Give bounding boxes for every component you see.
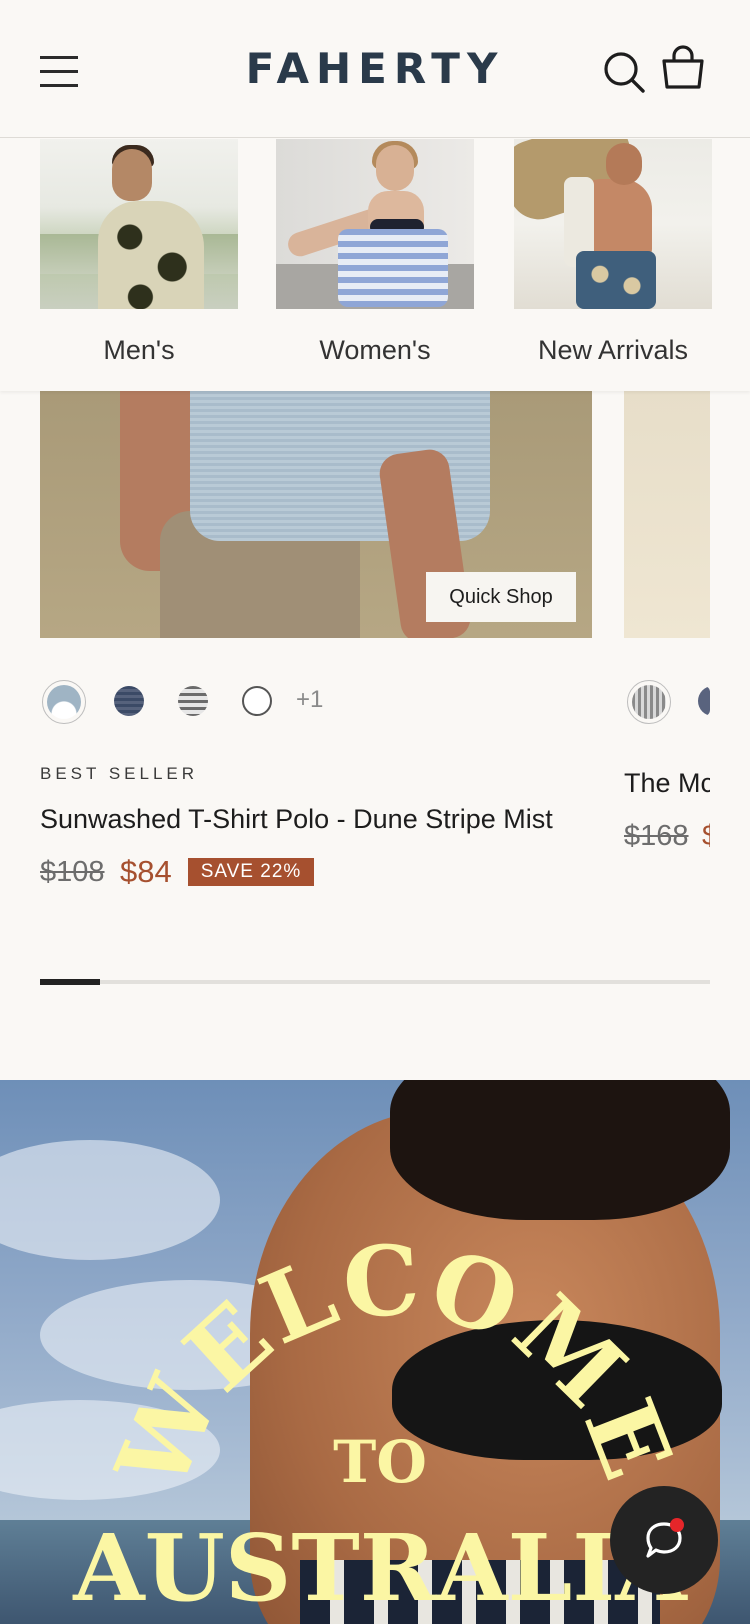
site-header: FAHERTY xyxy=(0,0,750,138)
category-new-arrivals[interactable]: New Arrivals xyxy=(514,139,712,365)
color-swatch-grey-stripe[interactable] xyxy=(178,686,208,716)
mens-category-image xyxy=(40,139,238,309)
product-name[interactable]: Sunwashed T-Shirt Polo - Dune Stripe Mis… xyxy=(40,804,553,835)
more-colors-count[interactable]: +1 xyxy=(296,686,323,714)
best-seller-badge: BEST SELLER xyxy=(40,764,199,783)
next-product-sale-price: $ xyxy=(702,820,710,853)
sale-price: $84 xyxy=(120,854,172,889)
color-swatch-white[interactable] xyxy=(242,686,272,716)
category-strip: Men's Women's New Arrivals xyxy=(0,139,750,391)
save-percentage-badge: SAVE 22% xyxy=(188,858,314,886)
chat-button[interactable] xyxy=(610,1486,718,1594)
category-womens[interactable]: Women's xyxy=(276,139,474,365)
carousel-scrollbar-track[interactable] xyxy=(40,980,710,984)
color-swatch-navy-stripe[interactable] xyxy=(114,686,144,716)
next-product-swatch[interactable] xyxy=(627,680,671,724)
next-product-image[interactable] xyxy=(624,391,710,638)
category-label: New Arrivals xyxy=(537,335,689,365)
category-label: Men's xyxy=(103,335,175,365)
new-arrivals-category-image xyxy=(514,139,712,309)
notification-dot xyxy=(670,1518,684,1532)
quick-shop-button[interactable]: Quick Shop xyxy=(426,572,576,622)
next-product-name[interactable]: The Mc xyxy=(624,768,710,799)
next-product-original-price: $168 xyxy=(624,820,689,852)
category-label: Women's xyxy=(319,335,431,365)
viewport-edge xyxy=(710,391,750,911)
original-price: $108 xyxy=(40,856,105,888)
category-mens[interactable]: Men's xyxy=(40,139,238,365)
womens-category-image xyxy=(276,139,474,309)
carousel-scrollbar-thumb[interactable] xyxy=(40,979,100,985)
color-swatch-dune-stripe-mist[interactable] xyxy=(42,680,86,724)
shopping-bag-icon[interactable] xyxy=(660,44,706,90)
search-icon[interactable] xyxy=(602,50,646,94)
